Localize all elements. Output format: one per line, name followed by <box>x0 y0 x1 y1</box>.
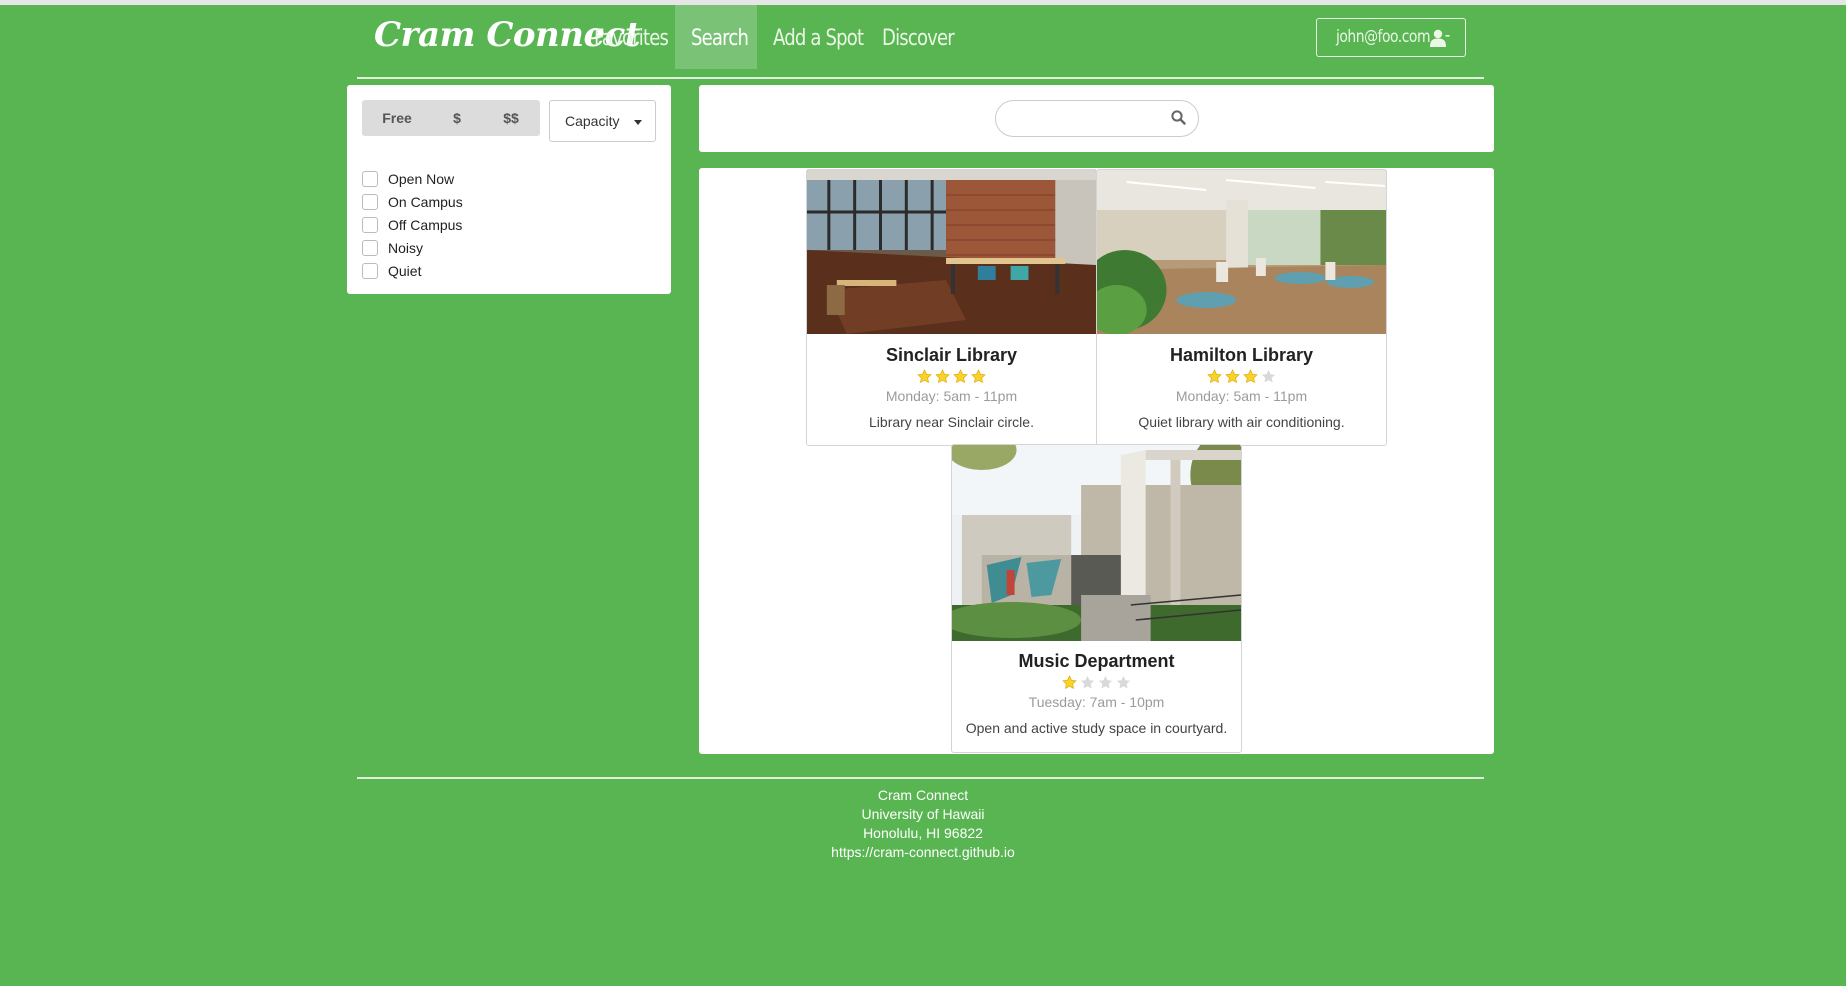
star-filled-icon <box>953 369 968 384</box>
checkbox-label: Noisy <box>388 240 424 256</box>
star-rating <box>952 675 1241 690</box>
spot-hours: Tuesday: 7am - 10pm <box>1028 694 1165 710</box>
nav-discover[interactable]: Discover <box>882 5 955 69</box>
spot-hours: Monday: 5am - 11pm <box>1175 388 1308 404</box>
footer-divider <box>357 777 1484 779</box>
user-menu-button[interactable]: john@foo.com <box>1316 18 1466 57</box>
price-filter-group: Free $ $$ <box>362 100 540 136</box>
checkbox-label: On Campus <box>388 194 463 210</box>
search-input[interactable] <box>995 100 1199 137</box>
price-two-dollar-button[interactable]: $$ <box>482 100 540 136</box>
spot-card-sinclair-library[interactable]: Sinclair Library Monday: 5am - 11pm Libr… <box>806 169 1097 446</box>
spot-name[interactable]: Hamilton Library <box>1097 345 1386 366</box>
spot-name[interactable]: Sinclair Library <box>807 345 1096 366</box>
checkbox-label: Open Now <box>388 171 455 187</box>
star-filled-icon <box>1243 369 1258 384</box>
nav-add-a-spot[interactable]: Add a Spot <box>773 5 864 69</box>
checkbox-box[interactable] <box>362 217 378 233</box>
spot-card-music-department[interactable]: Music Department Tuesday: 7am - 10pm Ope… <box>951 444 1242 753</box>
star-empty-icon <box>1098 675 1113 689</box>
spot-photo <box>952 445 1241 641</box>
capacity-label: Capacity <box>565 113 620 129</box>
spot-description: Quiet library with air conditioning. <box>1138 414 1345 430</box>
filter-panel: Free $ $$ Capacity Open Now On Campus Of… <box>347 85 671 294</box>
spot-description: Open and active study space in courtyard… <box>965 720 1228 736</box>
star-empty-icon <box>1080 675 1095 689</box>
nav-divider <box>357 77 1484 79</box>
star-rating <box>807 369 1096 384</box>
spot-name[interactable]: Music Department <box>952 651 1241 672</box>
navbar: Cram Connect Favorites Search Add a Spot… <box>358 5 1484 69</box>
spot-card-hamilton-library[interactable]: Hamilton Library Monday: 5am - 11pm Quie… <box>1096 169 1387 446</box>
search-icon[interactable] <box>1171 110 1186 125</box>
price-free-button[interactable]: Free <box>362 100 432 136</box>
results-panel: Sinclair Library Monday: 5am - 11pm Libr… <box>699 168 1494 754</box>
user-email: john@foo.com <box>1336 27 1431 47</box>
search-panel <box>699 85 1494 152</box>
checkbox-box[interactable] <box>362 194 378 210</box>
chevron-down-icon <box>634 120 642 125</box>
nav-search[interactable]: Search <box>691 5 749 69</box>
spot-hours: Monday: 5am - 11pm <box>885 388 1018 404</box>
spot-photo <box>807 170 1096 334</box>
footer-university: University of Hawaii <box>861 806 985 822</box>
spot-description: Library near Sinclair circle. <box>869 414 1034 430</box>
nav-favorites[interactable]: Favorites <box>594 5 669 69</box>
star-filled-icon <box>935 369 950 384</box>
user-icon <box>1430 29 1450 47</box>
checkbox-label: Off Campus <box>388 217 463 233</box>
star-empty-icon <box>1116 675 1131 689</box>
star-rating <box>1097 369 1386 384</box>
star-empty-icon <box>1261 369 1276 383</box>
star-filled-icon <box>1225 369 1240 384</box>
checkbox-box[interactable] <box>362 240 378 256</box>
capacity-dropdown[interactable]: Capacity <box>549 100 656 142</box>
price-one-dollar-button[interactable]: $ <box>432 100 482 136</box>
footer-name: Cram Connect <box>877 787 969 803</box>
spot-photo <box>1097 170 1386 334</box>
star-filled-icon <box>971 369 986 384</box>
checkbox-label: Quiet <box>388 263 422 279</box>
star-filled-icon <box>917 369 932 384</box>
star-filled-icon <box>1062 675 1077 690</box>
star-filled-icon <box>1207 369 1222 384</box>
footer-address: Honolulu, HI 96822 <box>863 825 983 841</box>
footer-url[interactable]: https://cram-connect.github.io <box>0 844 1846 860</box>
checkbox-box[interactable] <box>362 171 378 187</box>
checkbox-box[interactable] <box>362 263 378 279</box>
